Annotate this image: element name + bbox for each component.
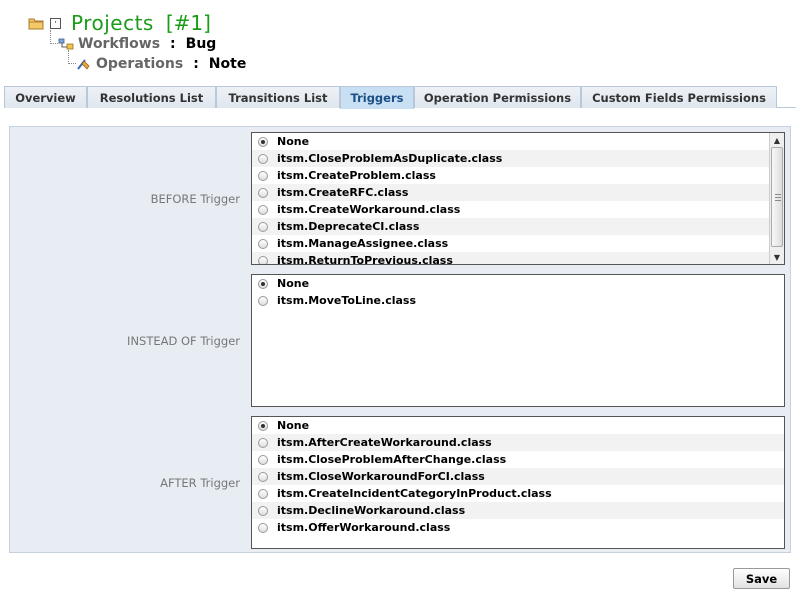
radio-button[interactable] <box>258 255 268 264</box>
workflows-link[interactable]: Workflows <box>78 36 160 52</box>
list-item[interactable]: itsm.CloseProblemAsDuplicate.class <box>252 150 769 167</box>
list-item[interactable]: itsm.AfterCreateWorkaround.class <box>252 434 784 451</box>
radio-button[interactable] <box>258 238 268 249</box>
list-item[interactable]: itsm.CreateWorkaround.class <box>252 201 769 218</box>
radio-button[interactable] <box>258 153 268 164</box>
tab-resolutions-list[interactable]: Resolutions List <box>87 86 216 108</box>
radio-button[interactable] <box>258 204 268 215</box>
list-item[interactable]: itsm.DeclineWorkaround.class <box>252 502 784 519</box>
tab-operation-permissions[interactable]: Operation Permissions <box>414 86 581 108</box>
scroll-down-icon[interactable]: ▼ <box>770 250 784 264</box>
before-trigger-list[interactable]: None itsm.CloseProblemAsDuplicate.class … <box>251 132 785 265</box>
list-item[interactable]: itsm.CloseWorkaroundForCI.class <box>252 468 784 485</box>
list-item[interactable]: itsm.CloseProblemAfterChange.class <box>252 451 784 468</box>
tab-transitions-list[interactable]: Transitions List <box>216 86 340 108</box>
save-button[interactable]: Save <box>733 568 790 589</box>
scroll-up-icon[interactable]: ▲ <box>770 133 784 147</box>
list-item[interactable]: itsm.CreateIncidentCategoryInProduct.cla… <box>252 485 784 502</box>
project-id[interactable]: [#1] <box>166 11 211 35</box>
radio-button[interactable] <box>258 295 268 306</box>
radio-button[interactable] <box>258 420 268 431</box>
before-trigger-label: BEFORE Trigger <box>150 192 240 206</box>
breadcrumb-separator: : <box>170 36 176 52</box>
tab-overview[interactable]: Overview <box>4 86 87 108</box>
radio-button[interactable] <box>258 278 268 289</box>
radio-button[interactable] <box>258 454 268 465</box>
radio-button[interactable] <box>258 221 268 232</box>
tab-bar: Overview Resolutions List Transitions Li… <box>4 86 796 109</box>
radio-button[interactable] <box>258 471 268 482</box>
folder-icon <box>28 16 44 30</box>
breadcrumb-separator: : <box>193 56 199 72</box>
list-item[interactable]: itsm.CreateProblem.class <box>252 167 769 184</box>
instead-of-trigger-label: INSTEAD OF Trigger <box>127 334 240 348</box>
expand-icon[interactable]: · <box>50 17 61 29</box>
triggers-panel: BEFORE Trigger None itsm.CloseProblemAsD… <box>9 126 791 553</box>
radio-button[interactable] <box>258 505 268 516</box>
workflow-name: Bug <box>185 36 217 52</box>
after-trigger-label: AFTER Trigger <box>160 476 240 490</box>
list-item[interactable]: itsm.ReturnToPrevious.class <box>252 252 769 264</box>
radio-button[interactable] <box>258 170 268 181</box>
list-item[interactable]: None <box>252 417 784 434</box>
list-item[interactable]: itsm.CreateRFC.class <box>252 184 769 201</box>
breadcrumb-operations: Operations : Note <box>76 55 246 73</box>
radio-button[interactable] <box>258 136 268 147</box>
after-trigger-list[interactable]: None itsm.AfterCreateWorkaround.class it… <box>251 416 785 549</box>
instead-of-trigger-list[interactable]: None itsm.MoveToLine.class <box>251 274 785 407</box>
scrollbar[interactable]: ▲ ▼ <box>769 133 784 264</box>
list-item[interactable]: itsm.OfferWorkaround.class <box>252 519 784 536</box>
tab-triggers[interactable]: Triggers <box>340 86 414 109</box>
tree-connector <box>50 30 58 44</box>
list-item[interactable]: itsm.ManageAssignee.class <box>252 235 769 252</box>
list-item[interactable]: None <box>252 275 784 292</box>
radio-button[interactable] <box>258 437 268 448</box>
workflow-icon <box>58 37 74 51</box>
operations-link[interactable]: Operations <box>96 56 183 72</box>
operation-name: Note <box>208 56 247 72</box>
project-link[interactable]: Projects <box>71 11 154 35</box>
radio-button[interactable] <box>258 488 268 499</box>
radio-button[interactable] <box>258 522 268 533</box>
scrollbar-thumb[interactable] <box>771 147 783 247</box>
breadcrumb-workflows: Workflows : Bug <box>58 35 216 53</box>
list-item[interactable]: itsm.DeprecateCI.class <box>252 218 769 235</box>
list-item[interactable]: None <box>252 133 769 150</box>
radio-button[interactable] <box>258 187 268 198</box>
operation-icon <box>76 57 92 71</box>
list-item[interactable]: itsm.MoveToLine.class <box>252 292 784 309</box>
tab-custom-fields-permissions[interactable]: Custom Fields Permissions <box>581 86 777 108</box>
